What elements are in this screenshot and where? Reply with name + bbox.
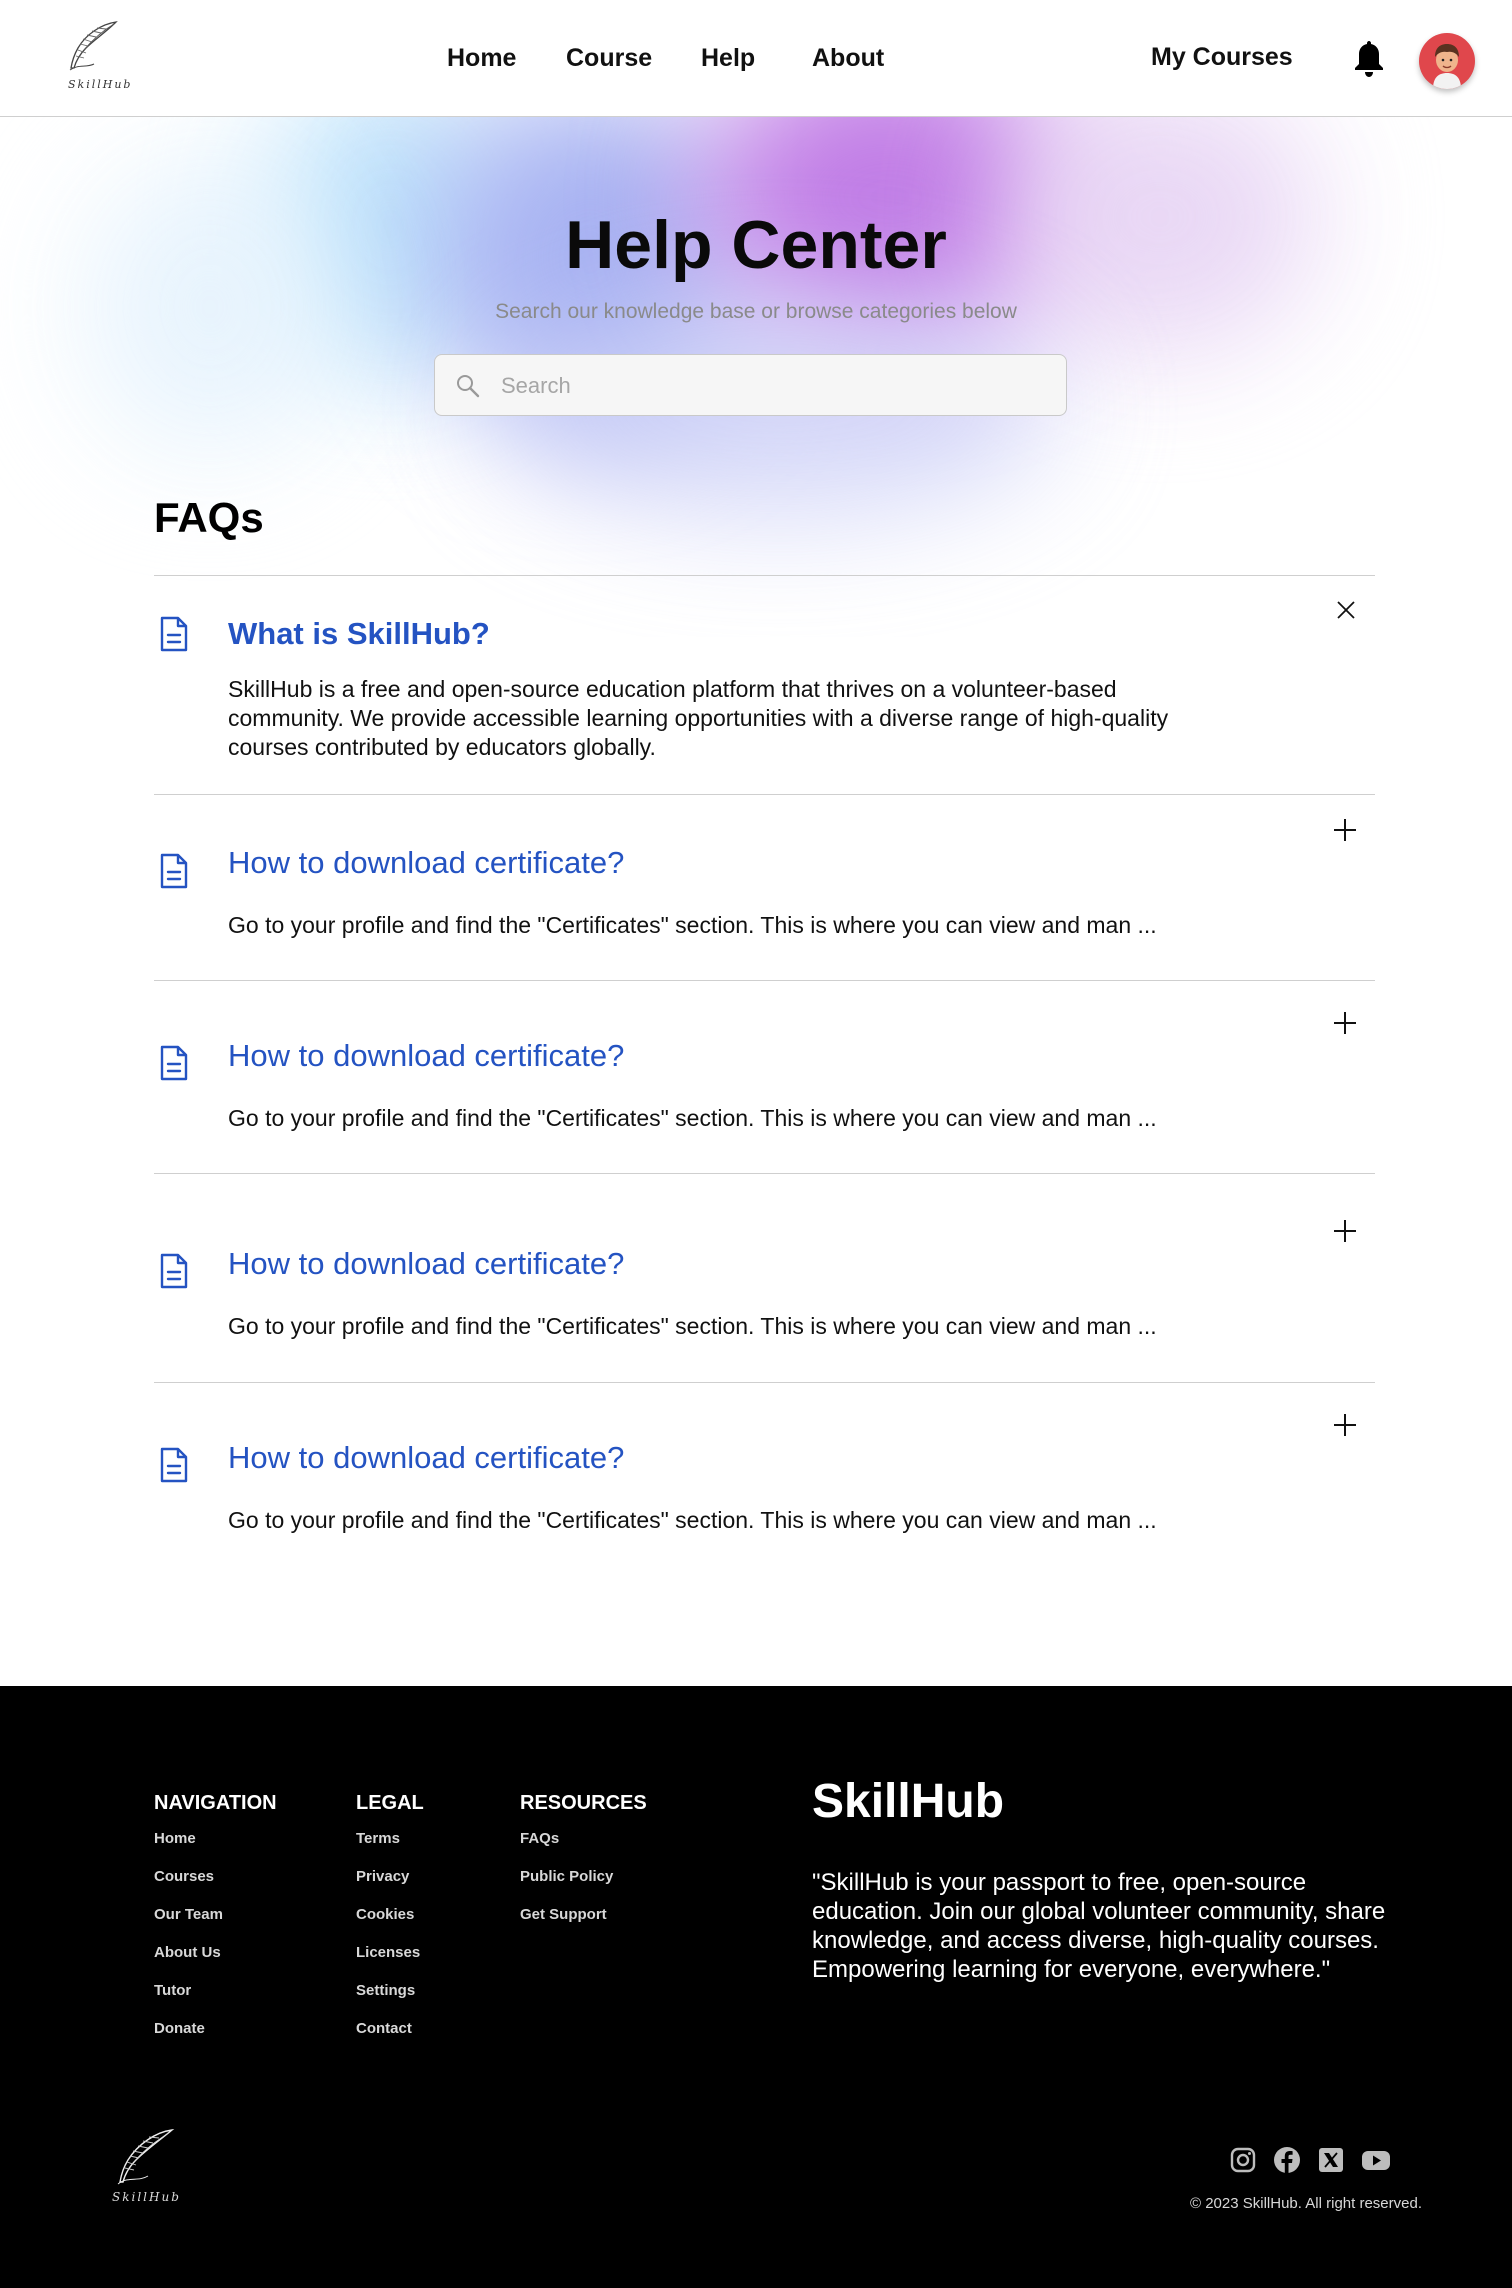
footer-logo[interactable]: SkillHub xyxy=(110,2126,190,2210)
plus-icon[interactable] xyxy=(1330,1008,1360,1038)
logo-text: SkillHub xyxy=(68,78,133,91)
plus-icon[interactable] xyxy=(1330,1410,1360,1440)
plus-icon[interactable] xyxy=(1330,1216,1360,1246)
faq-item[interactable]: How to download certificate? Go to your … xyxy=(154,1383,1375,1553)
x-icon[interactable] xyxy=(1317,2146,1345,2174)
faq-question[interactable]: How to download certificate? xyxy=(228,1440,624,1476)
footer-brand-description: "SkillHub is your passport to free, open… xyxy=(812,1869,1386,1983)
faq-answer: SkillHub is a free and open-source educa… xyxy=(228,676,1169,760)
faq-answer: Go to your profile and find the "Certifi… xyxy=(228,1507,1157,1533)
search-input[interactable] xyxy=(501,367,1041,405)
nav-help[interactable]: Help xyxy=(701,44,755,73)
nav-course[interactable]: Course xyxy=(566,44,652,73)
footer-link-courses[interactable]: Courses xyxy=(154,1867,277,1905)
search-icon xyxy=(457,375,480,398)
footer-resources-column: RESOURCES FAQs Public Policy Get Support xyxy=(520,1792,647,1943)
site-footer: NAVIGATION Home Courses Our Team About U… xyxy=(0,1686,1512,2288)
footer-navigation-column: NAVIGATION Home Courses Our Team About U… xyxy=(154,1792,277,2057)
footer-link-donate[interactable]: Donate xyxy=(154,2019,277,2057)
footer-link-settings[interactable]: Settings xyxy=(356,1981,424,2019)
skillhub-logo[interactable]: SkillHub xyxy=(64,18,134,94)
my-courses-link[interactable]: My Courses xyxy=(1151,43,1293,72)
plus-icon[interactable] xyxy=(1330,815,1360,845)
footer-link-home[interactable]: Home xyxy=(154,1829,277,1867)
document-icon xyxy=(160,1253,188,1289)
faq-item[interactable]: How to download certificate? Go to your … xyxy=(154,1174,1375,1382)
quill-icon xyxy=(69,21,118,71)
faq-question[interactable]: What is SkillHub? xyxy=(228,616,490,652)
faq-answer: Go to your profile and find the "Certifi… xyxy=(228,1313,1157,1339)
footer-column-title: LEGAL xyxy=(356,1792,424,1814)
nav-about[interactable]: About xyxy=(812,44,884,73)
document-icon xyxy=(160,1447,188,1483)
footer-link-our-team[interactable]: Our Team xyxy=(154,1905,277,1943)
avatar-illustration xyxy=(1433,44,1461,89)
faq-question[interactable]: How to download certificate? xyxy=(228,845,624,881)
faq-answer: Go to your profile and find the "Certifi… xyxy=(228,1105,1157,1131)
quill-icon xyxy=(117,2129,175,2185)
footer-link-get-support[interactable]: Get Support xyxy=(520,1905,647,1943)
footer-column-title: RESOURCES xyxy=(520,1792,647,1814)
page-subtitle: Search our knowledge base or browse cate… xyxy=(495,300,1017,323)
top-navbar: SkillHub Home Course Help About My Cours… xyxy=(0,0,1512,117)
faq-question[interactable]: How to download certificate? xyxy=(228,1038,624,1074)
footer-link-tutor[interactable]: Tutor xyxy=(154,1981,277,2019)
user-avatar[interactable] xyxy=(1419,33,1475,89)
nav-home[interactable]: Home xyxy=(447,44,516,73)
footer-link-about-us[interactable]: About Us xyxy=(154,1943,277,1981)
faq-item[interactable]: How to download certificate? Go to your … xyxy=(154,795,1375,980)
footer-logo-text: SkillHub xyxy=(112,2190,181,2204)
footer-link-faqs[interactable]: FAQs xyxy=(520,1829,647,1867)
instagram-icon[interactable] xyxy=(1229,2146,1257,2174)
facebook-icon[interactable] xyxy=(1273,2146,1301,2174)
footer-link-licenses[interactable]: Licenses xyxy=(356,1943,424,1981)
page-title: Help Center xyxy=(565,207,947,283)
document-icon xyxy=(160,616,188,652)
footer-link-public-policy[interactable]: Public Policy xyxy=(520,1867,647,1905)
footer-link-cookies[interactable]: Cookies xyxy=(356,1905,424,1943)
footer-link-contact[interactable]: Contact xyxy=(356,2019,424,2057)
close-icon[interactable] xyxy=(1335,599,1357,621)
faq-item[interactable]: What is SkillHub? SkillHub is a free and… xyxy=(154,576,1375,794)
document-icon xyxy=(160,853,188,889)
footer-link-terms[interactable]: Terms xyxy=(356,1829,424,1867)
footer-column-title: NAVIGATION xyxy=(154,1792,277,1814)
footer-legal-column: LEGAL Terms Privacy Cookies Licenses Set… xyxy=(356,1792,424,2057)
bell-icon[interactable] xyxy=(1352,38,1386,78)
faq-answer: Go to your profile and find the "Certifi… xyxy=(228,912,1157,938)
faq-heading: FAQs xyxy=(154,494,264,541)
footer-brand-name: SkillHub xyxy=(812,1775,1005,1828)
faq-question[interactable]: How to download certificate? xyxy=(228,1246,624,1282)
search-bar xyxy=(434,354,1067,416)
document-icon xyxy=(160,1045,188,1081)
footer-link-privacy[interactable]: Privacy xyxy=(356,1867,424,1905)
faq-item[interactable]: How to download certificate? Go to your … xyxy=(154,981,1375,1173)
copyright-text: © 2023 SkillHub. All right reserved. xyxy=(1190,2195,1422,2212)
youtube-icon[interactable] xyxy=(1360,2146,1392,2174)
